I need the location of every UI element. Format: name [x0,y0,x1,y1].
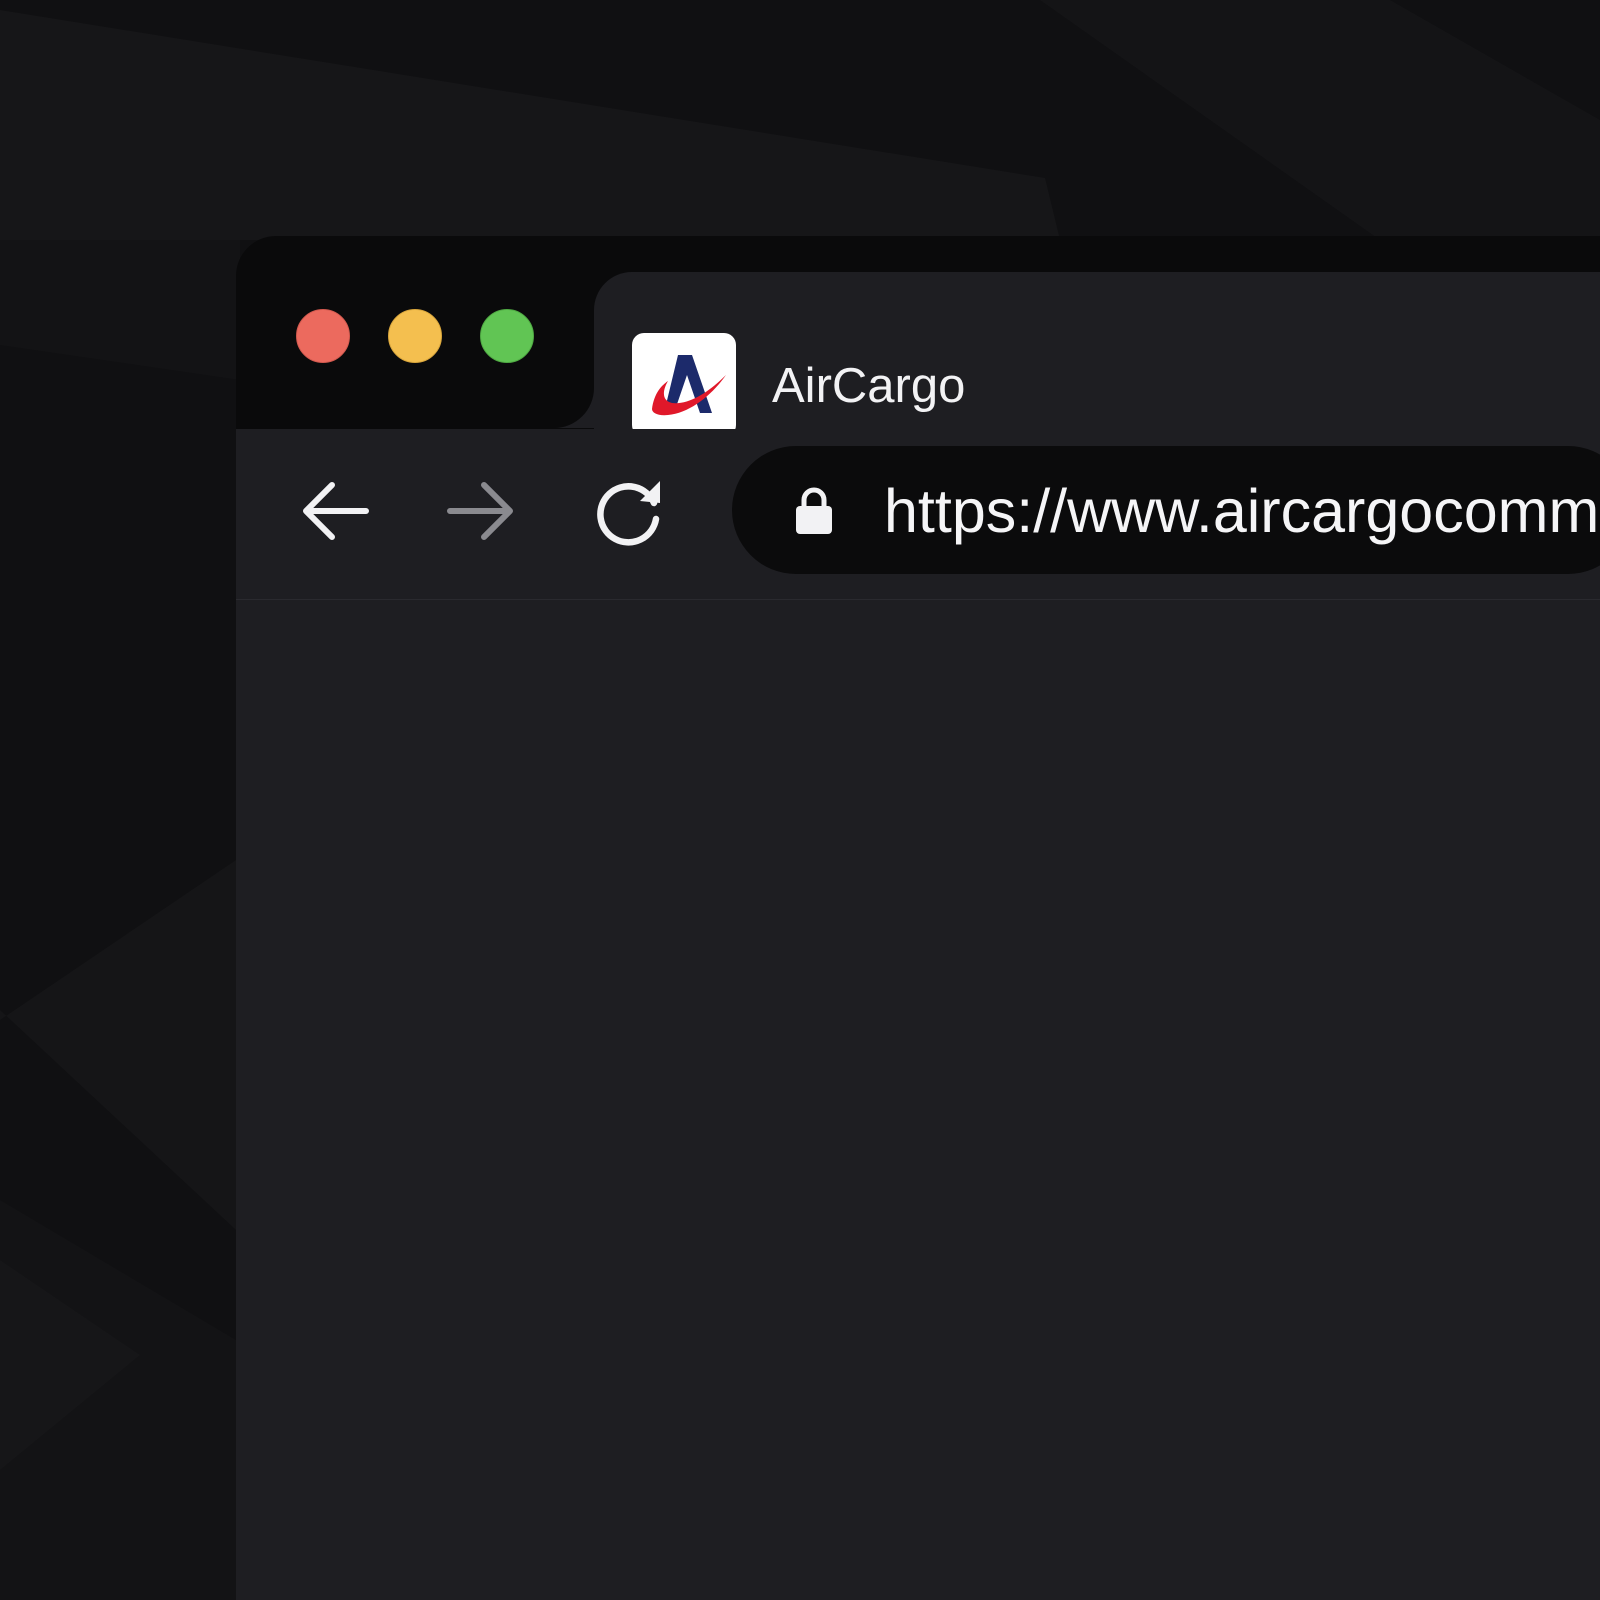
forward-button[interactable] [444,473,520,549]
title-bar: AirCargo [236,236,1600,437]
address-bar[interactable]: https://www.aircargocomm [732,446,1600,574]
window-maximize-button[interactable] [480,309,534,363]
tab-aircargo[interactable]: AirCargo [594,272,1600,437]
arrow-right-icon [447,482,513,540]
desktop-background: AirCargo https://www.aircargocomm [0,0,1600,1600]
reload-button[interactable] [592,473,668,549]
toolbar: https://www.aircargocomm [236,429,1600,600]
browser-window: AirCargo https://www.aircargocomm [236,236,1600,1600]
back-button[interactable] [296,473,372,549]
lock-icon [794,486,834,536]
page-content-area [236,600,1600,1600]
window-minimize-button[interactable] [388,309,442,363]
aircargo-logo-icon [632,333,736,437]
url-text[interactable]: https://www.aircargocomm [884,478,1599,544]
window-close-button[interactable] [296,309,350,363]
arrow-left-icon [303,482,369,540]
tab-corner [554,388,594,428]
reload-icon [597,481,660,546]
tab-title: AirCargo [772,359,966,413]
